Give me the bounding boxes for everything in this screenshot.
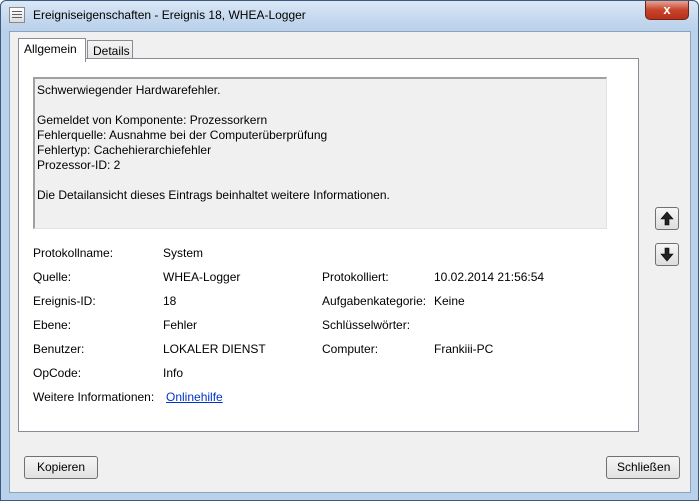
close-window-button[interactable]: x [645,1,689,20]
description-line [37,173,604,188]
ebene-value: Fehler [163,318,198,332]
protokollname-label: Protokollname: [33,246,114,260]
aufgabenkategorie-label: Aufgabenkategorie: [322,294,427,308]
ereignis-id-value: 18 [163,294,177,308]
window-title: Ereigniseigenschaften - Ereignis 18, WHE… [33,8,306,22]
previous-event-button[interactable] [655,207,679,230]
aufgabenkategorie-value: Keine [434,294,465,308]
benutzer-value: LOKALER DIENST [163,342,266,356]
protokolliert-value: 10.02.2014 21:56:54 [434,270,545,284]
protokolliert-label: Protokolliert: [322,270,389,284]
computer-value: Frankiii-PC [434,342,494,356]
description-line [37,98,604,113]
description-line: Fehlertyp: Cachehierarchiefehler [37,143,212,157]
description-line: Schwerwiegender Hardwarefehler. [37,83,221,97]
event-properties-window: Ereigniseigenschaften - Ereignis 18, WHE… [0,0,699,501]
event-viewer-icon [9,7,25,23]
description-line: Fehlerquelle: Ausnahme bei der Computerü… [37,128,328,142]
protokollname-value: System [163,246,204,260]
benutzer-label: Benutzer: [33,342,85,356]
quelle-label: Quelle: [33,270,72,284]
onlinehilfe-link[interactable]: Onlinehilfe [166,390,223,404]
ebene-label: Ebene: [33,318,72,332]
ereignis-id-label: Ereignis-ID: [33,294,96,308]
arrow-up-icon [660,211,674,226]
weitere-informationen-label: Weitere Informationen: [33,390,155,404]
computer-label: Computer: [322,342,379,356]
opcode-label: OpCode: [33,366,82,380]
next-event-button[interactable] [655,243,679,266]
tab-allgemein[interactable]: Allgemein [18,38,86,62]
general-tab-panel: Schwerwiegender Hardwarefehler. Gemeldet… [18,58,639,432]
schluesselwoerter-label: Schlüsselwörter: [322,318,411,332]
description-line: Prozessor-ID: 2 [37,158,121,172]
dialog-client-area: Allgemein Details Schwerwiegender Hardwa… [9,31,691,493]
opcode-value: Info [163,366,184,380]
copy-button[interactable]: Kopieren [24,456,98,479]
quelle-value: WHEA-Logger [163,270,241,284]
arrow-down-icon [660,247,674,262]
event-description-box[interactable]: Schwerwiegender Hardwarefehler. Gemeldet… [33,77,607,229]
close-button[interactable]: Schließen [606,456,680,479]
title-bar[interactable]: Ereigniseigenschaften - Ereignis 18, WHE… [1,1,698,31]
description-line: Gemeldet von Komponente: Prozessorkern [37,113,268,127]
description-line: Die Detailansicht dieses Eintrags beinha… [37,188,390,202]
